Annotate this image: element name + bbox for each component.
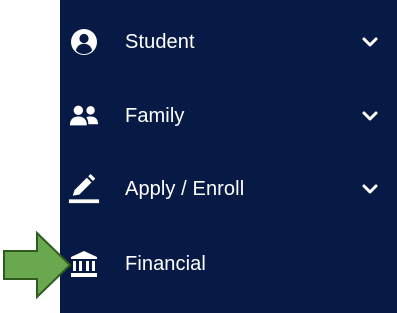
chevron-down-icon[interactable] [361, 107, 379, 125]
user-circle-icon [68, 26, 100, 58]
sidebar-item-student[interactable]: Student [60, 12, 397, 72]
sidebar-item-financial[interactable]: Financial [60, 234, 397, 294]
screenshot-stage: Student Family Apply / Enroll Financial [0, 0, 397, 313]
sidebar-item-label: Financial [125, 252, 206, 275]
chevron-down-icon[interactable] [361, 180, 379, 198]
sidebar-menu: Student Family Apply / Enroll Financial [60, 0, 397, 313]
sidebar-item-label: Student [125, 30, 195, 53]
sidebar-item-label: Family [125, 104, 185, 127]
chevron-down-icon[interactable] [361, 33, 379, 51]
users-icon [68, 100, 100, 132]
sidebar-item-family[interactable]: Family [60, 86, 397, 146]
pen-icon [68, 173, 100, 205]
sidebar-item-label: Apply / Enroll [125, 177, 245, 200]
bank-icon [68, 248, 100, 280]
green-arrow-icon [3, 231, 72, 299]
sidebar-item-apply-enroll[interactable]: Apply / Enroll [60, 159, 397, 219]
